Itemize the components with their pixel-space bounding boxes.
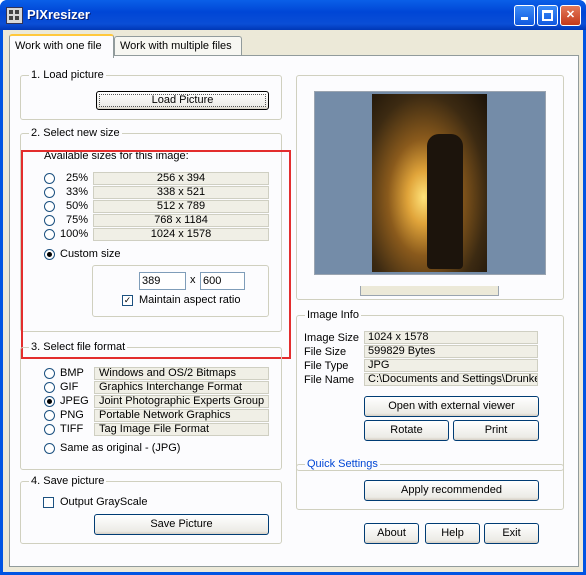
selection-highlight xyxy=(21,150,291,359)
load-picture-button[interactable]: Load Picture xyxy=(96,91,269,110)
file-type-label: File Type xyxy=(304,360,349,372)
same-as-original-label[interactable]: Same as original - (JPG) xyxy=(60,442,180,454)
close-icon: ✕ xyxy=(565,9,576,21)
file-format-title: 3. Select file format xyxy=(29,341,128,353)
format-name: TIFF xyxy=(60,423,84,435)
about-button[interactable]: About xyxy=(364,523,419,544)
file-name-value: C:\Documents and Settings\Drunker xyxy=(364,373,538,386)
help-button[interactable]: Help xyxy=(425,523,480,544)
grayscale-checkbox[interactable] xyxy=(43,497,54,508)
format-radio[interactable] xyxy=(44,368,55,379)
image-preview xyxy=(314,91,546,275)
select-size-title: 2. Select new size xyxy=(29,127,122,139)
file-name-label: File Name xyxy=(304,374,355,386)
minimize-icon xyxy=(521,17,528,20)
image-info-title: Image Info xyxy=(305,309,361,321)
print-label: Print xyxy=(484,424,508,436)
minimize-button[interactable] xyxy=(514,5,535,26)
image-size-value: 1024 x 1578 xyxy=(364,331,538,344)
save-picture-label: Save Picture xyxy=(150,518,213,530)
format-radio[interactable] xyxy=(44,424,55,435)
format-name: PNG xyxy=(60,409,84,421)
save-picture-title: 4. Save picture xyxy=(29,475,107,487)
client-area: Work with one file Work with multiple fi… xyxy=(3,30,583,572)
preview-scrollbar[interactable] xyxy=(360,286,499,296)
window-title: PIXresizer xyxy=(27,7,90,22)
title-bar[interactable]: PIXresizer ✕ xyxy=(0,0,586,30)
maximize-button[interactable] xyxy=(537,5,558,26)
preview-figure xyxy=(427,134,463,269)
open-external-viewer-button[interactable]: Open with external viewer xyxy=(364,396,539,417)
open-external-viewer-label: Open with external viewer xyxy=(388,400,515,412)
rotate-button[interactable]: Rotate xyxy=(364,420,449,441)
help-label: Help xyxy=(441,527,464,539)
grayscale-label[interactable]: Output GrayScale xyxy=(60,496,147,508)
file-type-value: JPG xyxy=(364,359,538,372)
apply-recommended-label: Apply recommended xyxy=(401,484,502,496)
format-description: Joint Photographic Experts Group xyxy=(94,395,269,408)
preview-photo xyxy=(372,94,487,272)
exit-button[interactable]: Exit xyxy=(484,523,539,544)
format-name: GIF xyxy=(60,381,79,393)
format-radio[interactable] xyxy=(44,396,55,407)
same-as-original-radio[interactable] xyxy=(44,443,55,454)
format-name: BMP xyxy=(60,367,84,379)
load-picture-title: 1. Load picture xyxy=(29,69,106,81)
tab-one-file[interactable]: Work with one file xyxy=(9,34,114,58)
app-window: PIXresizer ✕ Work with one file Work wit… xyxy=(0,0,586,575)
close-button[interactable]: ✕ xyxy=(560,5,581,26)
rotate-label: Rotate xyxy=(390,424,423,436)
format-description: Windows and OS/2 Bitmaps xyxy=(94,367,269,380)
format-description: Tag Image File Format xyxy=(94,423,269,436)
format-radio[interactable] xyxy=(44,410,55,421)
format-name: JPEG xyxy=(60,395,89,407)
print-button[interactable]: Print xyxy=(453,420,539,441)
app-icon xyxy=(6,7,23,24)
save-picture-button[interactable]: Save Picture xyxy=(94,514,269,535)
file-size-value: 599829 Bytes xyxy=(364,345,538,358)
quick-settings-title: Quick Settings xyxy=(305,458,380,470)
maximize-icon xyxy=(542,10,553,21)
exit-label: Exit xyxy=(502,527,521,539)
tab-multiple-files[interactable]: Work with multiple files xyxy=(114,36,242,55)
format-radio[interactable] xyxy=(44,382,55,393)
format-description: Graphics Interchange Format xyxy=(94,381,269,394)
file-size-label: File Size xyxy=(304,346,347,358)
about-label: About xyxy=(377,527,406,539)
apply-recommended-button[interactable]: Apply recommended xyxy=(364,480,539,501)
image-size-label: Image Size xyxy=(304,332,360,344)
format-description: Portable Network Graphics xyxy=(94,409,269,422)
load-picture-label: Load Picture xyxy=(151,94,214,106)
